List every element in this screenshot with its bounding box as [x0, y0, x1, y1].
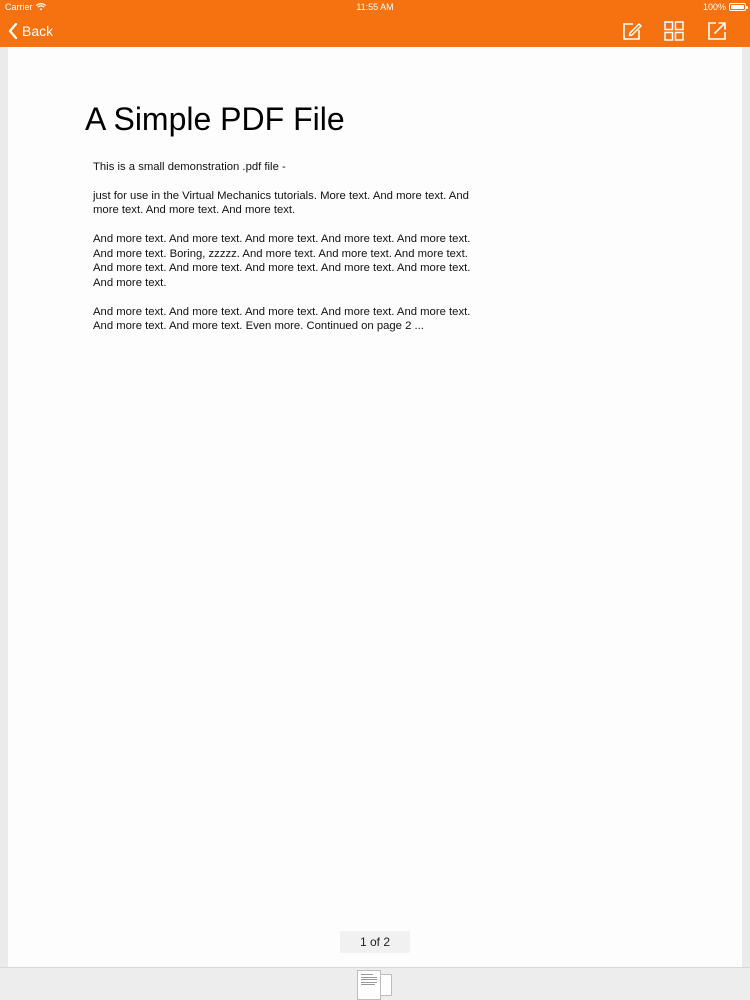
share-arrow-icon — [708, 22, 726, 40]
share-button[interactable] — [706, 20, 728, 42]
status-bar: Carrier 11:55 AM 100% — [0, 0, 750, 14]
page-thumbnail-2[interactable] — [381, 974, 392, 996]
battery-percent: 100% — [702, 2, 726, 12]
pencil-square-icon — [623, 23, 642, 40]
document-paragraph: just for use in the Virtual Mechanics tu… — [93, 190, 469, 217]
navigation-bar: Back — [0, 14, 750, 47]
document-paragraph: This is a small demonstration .pdf file … — [93, 161, 286, 173]
bottom-toolbar — [0, 967, 750, 1000]
back-label: Back — [22, 23, 54, 39]
document-title: A Simple PDF File — [85, 101, 345, 137]
back-button[interactable]: Back — [8, 20, 53, 42]
pdf-viewer[interactable]: A Simple PDF File This is a small demons… — [0, 47, 750, 967]
pdf-page[interactable]: A Simple PDF File This is a small demons… — [8, 47, 742, 967]
page-thumbnail-1[interactable] — [357, 970, 381, 1000]
annotate-button[interactable] — [621, 20, 643, 42]
page-thumbnails[interactable] — [357, 970, 397, 1000]
chevron-left-icon — [8, 23, 18, 39]
battery-icon — [729, 3, 748, 11]
document-paragraph: And more text. And more text. And more t… — [93, 233, 471, 289]
document-paragraph: And more text. And more text. And more t… — [93, 305, 471, 333]
grid-icon — [664, 21, 684, 41]
document-body: This is a small demonstration .pdf file … — [93, 160, 483, 348]
battery-indicator: 100% — [702, 2, 748, 12]
thumbnails-grid-button[interactable] — [663, 20, 685, 42]
clock: 11:55 AM — [356, 2, 394, 12]
page-counter: 1 of 2 — [340, 931, 410, 953]
